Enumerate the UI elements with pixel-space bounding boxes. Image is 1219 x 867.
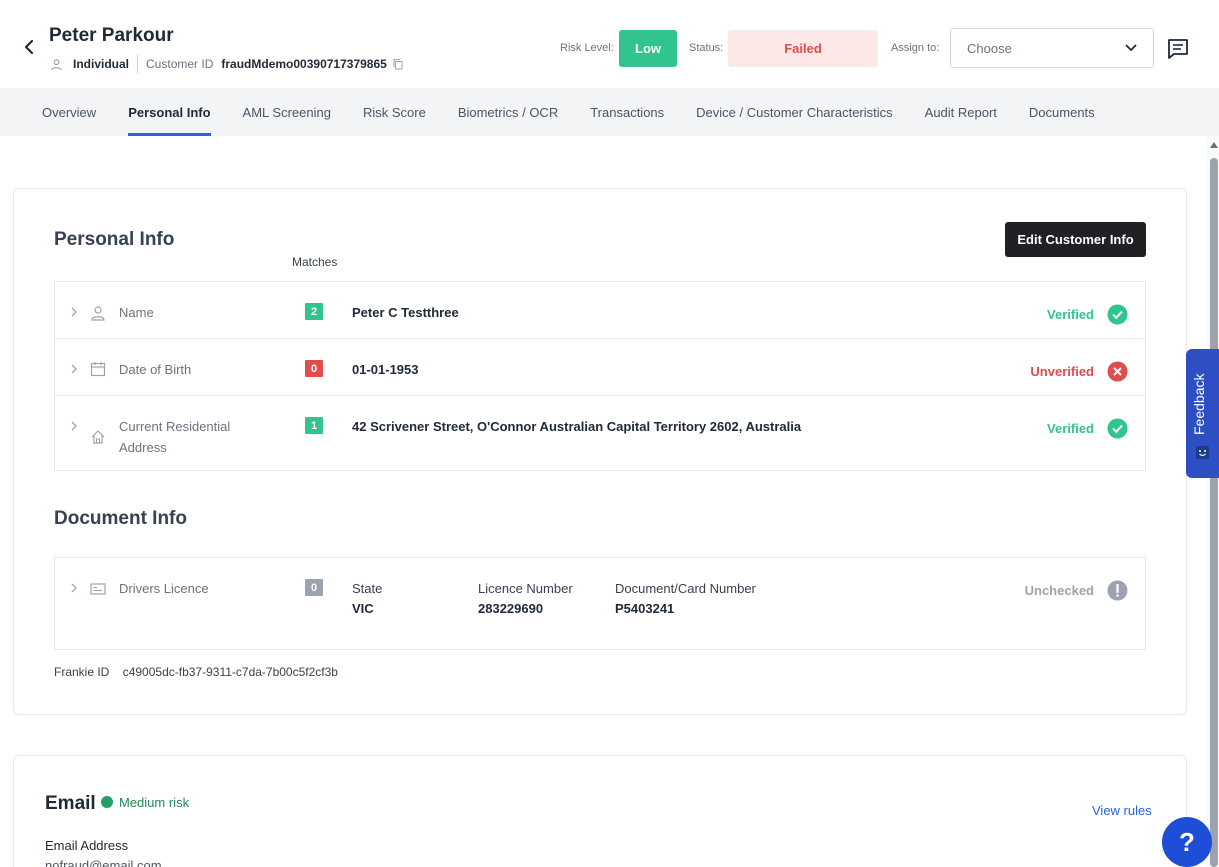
assign-label: Assign to:	[891, 42, 940, 54]
doc-state-label: State	[352, 581, 383, 596]
row-label: Date of Birth	[119, 362, 192, 377]
entity-type: Individual	[73, 57, 130, 71]
doc-licence-label: Licence Number	[478, 581, 573, 596]
doc-type-label: Drivers Licence	[119, 581, 209, 596]
table-row: Name 2 Peter C Testthree Verified	[55, 282, 1145, 339]
scroll-up-icon[interactable]	[1210, 142, 1218, 148]
status-badge: Failed	[728, 30, 878, 67]
doc-card-number: Document/Card Number P5403241	[615, 581, 756, 616]
doc-state-value: VIC	[352, 601, 374, 616]
calendar-icon	[90, 362, 106, 377]
customer-name: Peter Parkour	[49, 25, 174, 46]
tab-risk-score[interactable]: Risk Score	[347, 88, 442, 136]
tab-personal-info[interactable]: Personal Info	[112, 88, 226, 136]
doc-state: State VIC	[352, 581, 382, 616]
chevron-right-icon[interactable]	[69, 421, 79, 431]
verification-status: Verified	[1047, 307, 1094, 322]
row-label: Current Residential Address	[119, 419, 231, 455]
personal-info-title: Personal Info	[54, 229, 175, 250]
comment-icon[interactable]	[1166, 37, 1190, 61]
person-icon	[51, 58, 62, 70]
check-circle-icon	[1107, 304, 1128, 325]
risk-dot	[101, 796, 113, 808]
verification-status: Verified	[1047, 421, 1094, 436]
email-address-label: Email Address	[45, 838, 129, 853]
customer-header: Peter Parkour Individual Customer ID fra…	[0, 0, 1219, 88]
chevron-right-icon[interactable]	[69, 583, 79, 593]
customer-id: fraudMdemo00390717379865	[221, 57, 387, 71]
doc-card-label: Document/Card Number	[615, 581, 756, 596]
row-value: 01-01-1953	[352, 362, 419, 377]
divider	[137, 55, 139, 73]
personal-info-card: Personal Info Edit Customer Info Matches…	[13, 188, 1187, 715]
chevron-down-icon	[1125, 44, 1137, 52]
feedback-tab[interactable]: Feedback	[1186, 349, 1219, 478]
tab-biometrics-ocr[interactable]: Biometrics / OCR	[442, 88, 574, 136]
match-count-badge: 2	[305, 303, 323, 320]
doc-card-value: P5403241	[615, 601, 675, 616]
scrollbar-thumb[interactable]	[1210, 158, 1218, 867]
status-label: Status:	[689, 42, 724, 54]
help-button[interactable]: ?	[1162, 817, 1212, 867]
tab-overview[interactable]: Overview	[26, 88, 112, 136]
row-value: 42 Scrivener Street, O'Connor Australian…	[352, 419, 802, 434]
customer-subinfo: Individual Customer ID fraudMdemo0039071…	[50, 55, 404, 73]
person-icon	[91, 306, 105, 321]
tab-documents[interactable]: Documents	[1013, 88, 1111, 136]
risk-level-badge: Low	[619, 30, 677, 67]
match-count-badge: 0	[305, 360, 323, 377]
match-count-badge: 0	[305, 579, 323, 596]
verification-status: Unverified	[1030, 364, 1094, 379]
table-row: Current Residential Address 1 42 Scriven…	[55, 396, 1145, 470]
exclamation-circle-icon	[1107, 580, 1128, 601]
document-info-title: Document Info	[54, 508, 187, 529]
email-card: Email Medium risk View rules Email Addre…	[13, 755, 1187, 867]
table-row: Drivers Licence 0 State VIC Licence Numb…	[55, 558, 1145, 649]
back-arrow-icon[interactable]	[20, 38, 38, 56]
email-title: Email	[45, 793, 96, 814]
view-rules-link[interactable]: View rules	[1092, 803, 1152, 818]
document-info-table: Drivers Licence 0 State VIC Licence Numb…	[54, 557, 1146, 650]
copy-icon[interactable]	[392, 58, 404, 70]
edit-customer-info-button[interactable]: Edit Customer Info	[1005, 222, 1146, 257]
assign-select[interactable]: Choose	[950, 28, 1154, 68]
verification-status: Unchecked	[1024, 583, 1094, 598]
check-circle-icon	[1107, 418, 1128, 439]
chevron-right-icon[interactable]	[69, 307, 79, 317]
customer-id-label: Customer ID	[146, 57, 214, 71]
frankie-id-value: c49005dc-fb37-9311-c7da-7b00c5f2cf3b	[122, 665, 338, 679]
matches-header: Matches	[292, 255, 338, 269]
x-circle-icon	[1107, 361, 1128, 382]
smiley-chat-icon	[1196, 446, 1209, 459]
frankie-id-label: Frankie ID	[54, 665, 110, 679]
tab-aml-screening[interactable]: AML Screening	[227, 88, 347, 136]
tab-audit-report[interactable]: Audit Report	[909, 88, 1013, 136]
home-icon	[91, 430, 105, 444]
assign-select-value: Choose	[967, 40, 1012, 56]
personal-info-table: Name 2 Peter C Testthree Verified Date o…	[54, 281, 1146, 471]
email-risk-level: Medium risk	[119, 795, 190, 810]
doc-licence: Licence Number 283229690	[478, 581, 573, 616]
email-address-value: nofraud@email.com	[45, 858, 162, 867]
row-label: Name	[119, 305, 154, 320]
tab-transactions[interactable]: Transactions	[574, 88, 680, 136]
risk-level-label: Risk Level:	[560, 42, 614, 54]
tab-bar: Overview Personal Info AML Screening Ris…	[0, 88, 1219, 136]
feedback-label: Feedback	[1191, 373, 1207, 435]
row-value: Peter C Testthree	[352, 305, 459, 320]
id-card-icon	[90, 583, 106, 595]
tab-device-characteristics[interactable]: Device / Customer Characteristics	[680, 88, 909, 136]
chevron-right-icon[interactable]	[69, 364, 79, 374]
doc-licence-value: 283229690	[478, 601, 544, 616]
frankie-id: Frankie ID c49005dc-fb37-9311-c7da-7b00c…	[54, 665, 338, 679]
match-count-badge: 1	[305, 417, 323, 434]
table-row: Date of Birth 0 01-01-1953 Unverified	[55, 339, 1145, 396]
